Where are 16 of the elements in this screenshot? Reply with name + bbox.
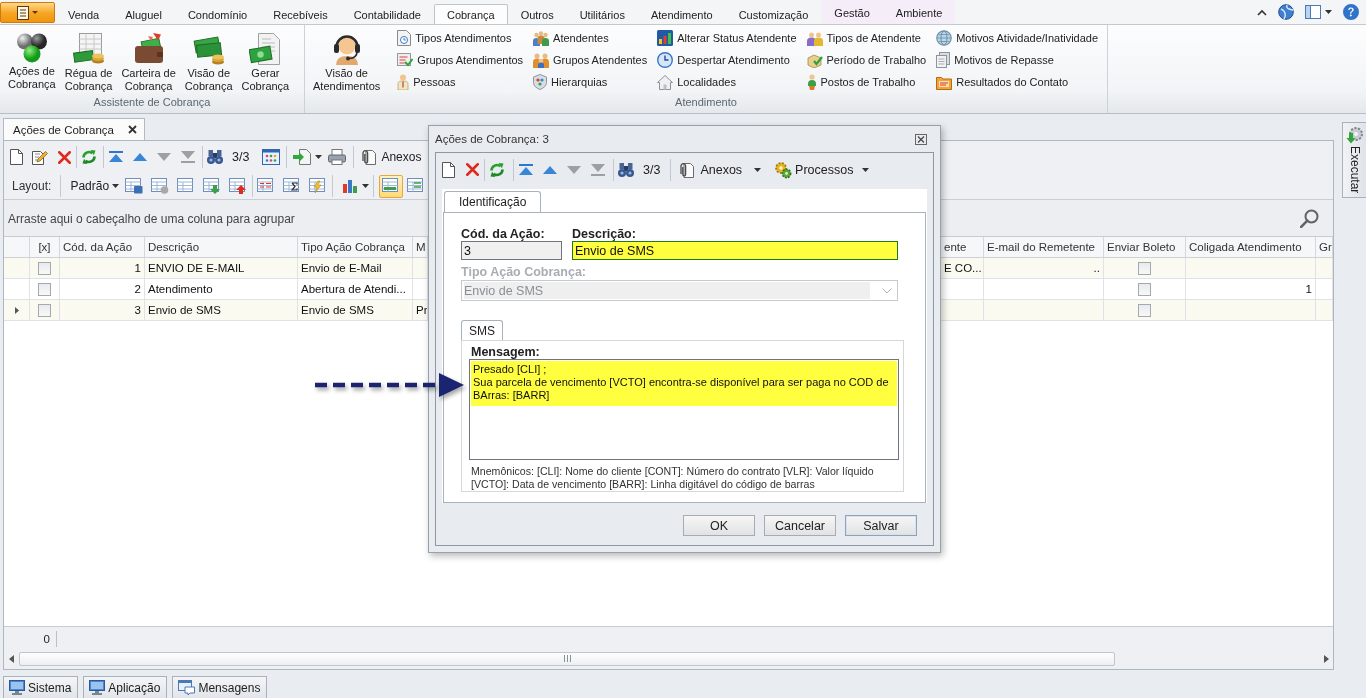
mnemonics-hint: Mnemônicos: [CLI]: Nome do cliente [CONT]: Número do contrato [VLR]: Valor líquido [VCTO]: Data de vencimento [BARR]: Linha digitável do código de barras	[470, 465, 875, 491]
table-cell: Envio de SMS	[298, 300, 413, 321]
group-by-hint: Arraste aqui o cabeçalho de uma coluna para agrupar	[8, 211, 296, 226]
record-counter: 3/3	[232, 150, 250, 164]
field-label: Mensagem:	[470, 345, 541, 359]
record-count: 0	[4, 630, 57, 647]
layout-label: Layout:	[12, 179, 52, 193]
group-title: Assistente de Cobrança	[92, 96, 212, 110]
field-label: Tipo Ação Cobrança:	[461, 265, 588, 279]
table-cell: Envio de SMS	[145, 300, 298, 321]
dialog-title: Ações de Cobrança: 3	[435, 133, 549, 145]
table-cell: 3	[60, 300, 145, 321]
field-label: Descrição:	[572, 227, 637, 241]
group-title: Atendimento	[674, 96, 738, 110]
field-label: Cód. da Ação:	[461, 227, 546, 241]
record-counter: 3/3	[643, 162, 661, 177]
